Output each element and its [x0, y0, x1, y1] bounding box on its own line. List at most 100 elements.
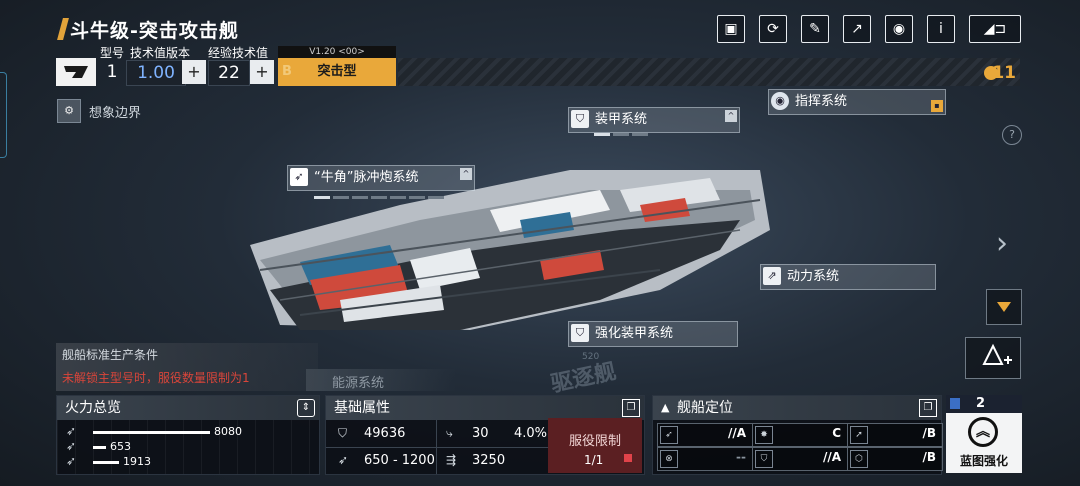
- view-icon[interactable]: ◉: [885, 15, 913, 43]
- divider: [436, 420, 437, 474]
- firepower-title: 火力总览: [65, 400, 121, 416]
- position-grade: C: [832, 426, 841, 440]
- speed-value: 3250: [472, 453, 506, 468]
- type-label: 突击型: [317, 64, 357, 79]
- model-value: 1: [106, 62, 118, 82]
- position-grade: /B: [922, 426, 936, 440]
- firepower-header: 火力总览 ⇕: [57, 396, 319, 420]
- position-cell: ✸ C: [752, 423, 848, 447]
- firepower-value: 1913: [123, 455, 151, 468]
- energy-system-label[interactable]: 能源系统: [306, 369, 456, 391]
- hull-number-watermark: 520: [582, 352, 600, 362]
- export-icon[interactable]: ↗: [843, 15, 871, 43]
- firepower-row-1: ➶ 8080: [63, 424, 313, 440]
- armor-pct-value: 4.0%: [514, 426, 548, 441]
- popout-icon[interactable]: ❐: [622, 399, 640, 417]
- position-cell: ⊗ --: [657, 447, 753, 471]
- enhanced-armor-system-text: 强化装甲系统: [595, 326, 674, 341]
- armor-system-text: 装甲系统: [595, 112, 648, 127]
- strike-icon: ✸: [755, 426, 773, 444]
- positioning-header: 舰船定位 ▲ ❐: [653, 396, 941, 420]
- speed-icon: ⇶: [446, 453, 457, 467]
- refresh-icon[interactable]: ⟳: [759, 15, 787, 43]
- left-edge-tab[interactable]: [0, 72, 7, 158]
- help-icon[interactable]: ?: [1002, 125, 1022, 145]
- armor-value: 30: [472, 426, 489, 441]
- expand-icon[interactable]: ⇕: [297, 399, 315, 417]
- position-grade: //A: [822, 450, 841, 464]
- cannon-icon: ➶: [65, 439, 77, 453]
- blueprint-level-icon: [950, 398, 960, 409]
- type-letter: B: [282, 64, 292, 79]
- damage-value: 650 - 1200: [364, 453, 435, 468]
- missile-icon: ➶: [290, 168, 308, 186]
- pulse-cannon-progress: [314, 196, 444, 199]
- energy-system-text: 能源系统: [332, 376, 385, 391]
- fleet-add-icon: [982, 343, 1012, 365]
- armor-system-label[interactable]: ⛉ 装甲系统 ^: [568, 107, 740, 133]
- support-icon: ⊗: [660, 450, 678, 468]
- next-arrow-icon[interactable]: ›: [996, 226, 1008, 261]
- stripe-bar: [398, 58, 1020, 86]
- command-icon: ◉: [771, 92, 789, 110]
- positioning-title: 舰船定位: [677, 400, 733, 416]
- title-accent: [57, 18, 69, 40]
- firepower-value: 653: [110, 440, 131, 453]
- formation-button[interactable]: [965, 337, 1021, 379]
- tech-version-label: 技术值版本: [130, 46, 191, 60]
- firepower-value: 8080: [214, 425, 242, 438]
- defense-icon: ⛉: [755, 450, 773, 468]
- popout-icon[interactable]: ❐: [919, 399, 937, 417]
- tech-version-adjust-button[interactable]: +: [182, 60, 206, 84]
- attack-icon: ➶: [660, 426, 678, 444]
- info-icon[interactable]: i: [927, 15, 955, 43]
- production-warning: 未解锁主型号时，服役数量限制为1: [62, 371, 250, 385]
- command-system-text: 指挥系统: [795, 94, 848, 109]
- lock-icon: ▪: [931, 100, 943, 112]
- cannon-icon: ➶: [65, 454, 77, 468]
- triangle-down-icon: [997, 302, 1011, 312]
- power-system-label[interactable]: ⇗ 动力系统: [760, 264, 936, 290]
- divider: [326, 447, 548, 448]
- blueprint-icon: ⚙: [57, 99, 81, 123]
- blueprint-level: 2: [976, 396, 986, 411]
- faction-logo: [56, 58, 96, 86]
- damage-icon: ➶: [338, 453, 349, 467]
- blueprint-enhance-button[interactable]: 2 ︽ 蓝图强化: [946, 395, 1022, 473]
- service-limit[interactable]: 服役限制 1/1: [548, 418, 642, 473]
- firepower-panel: 火力总览 ⇕ ➶ 8080 ➶ 653 ➶ 1913: [56, 395, 320, 475]
- ship-icon: ▲: [661, 401, 670, 414]
- range-icon: ➚: [850, 426, 868, 444]
- gallery-icon[interactable]: ▣: [717, 15, 745, 43]
- cannon-icon: ➶: [65, 424, 77, 438]
- back-icon[interactable]: ◢⊐: [969, 15, 1021, 43]
- version-label: V1.20 <00>: [278, 46, 396, 58]
- armor-system-progress: [594, 133, 648, 136]
- page-title: 斗牛级-突击攻击舰: [70, 20, 239, 42]
- tech-version-value: 1.00: [126, 60, 186, 86]
- service-limit-value: 1/1: [584, 453, 604, 467]
- paint-icon[interactable]: ✎: [801, 15, 829, 43]
- lock-icon: [624, 454, 632, 462]
- shield-icon: ⛉: [571, 110, 589, 128]
- position-cell: ⬡ /B: [847, 447, 943, 471]
- pulse-cannon-system-label[interactable]: ➶ “牛角”脉冲炮系统 ^: [287, 165, 475, 191]
- hp-value: 49636: [364, 426, 406, 441]
- dropdown-button[interactable]: [986, 289, 1022, 325]
- blueprint-label: 蓝图强化: [959, 454, 1008, 468]
- enhanced-armor-system-label[interactable]: ⛉ 强化装甲系统: [568, 321, 738, 347]
- blueprint-level-bar: 2: [946, 395, 1022, 413]
- exp-tech-adjust-button[interactable]: +: [250, 60, 274, 84]
- firepower-row-2: ➶ 653: [63, 439, 313, 455]
- position-grade: //A: [727, 426, 746, 440]
- service-limit-title: 服役限制: [568, 434, 621, 449]
- firepower-bar: [93, 431, 210, 434]
- command-system-label[interactable]: ◉ 指挥系统 ▪: [768, 89, 946, 115]
- production-heading: 舰船标准生产条件: [62, 348, 159, 362]
- power-system-text: 动力系统: [787, 269, 840, 284]
- firepower-bar: [93, 461, 119, 464]
- ship-info-bar: 型号 技术值版本 经验技术值 1 1.00 + 22 + V1.20 <00> …: [56, 44, 1020, 86]
- positioning-panel: 舰船定位 ▲ ❐ ➶//A ✸ C ➚/B ⊗ -- ⛉//A ⬡/B: [652, 395, 943, 475]
- shield-icon: ⛉: [338, 426, 348, 440]
- ship-type-badge: B 突击型: [278, 58, 396, 86]
